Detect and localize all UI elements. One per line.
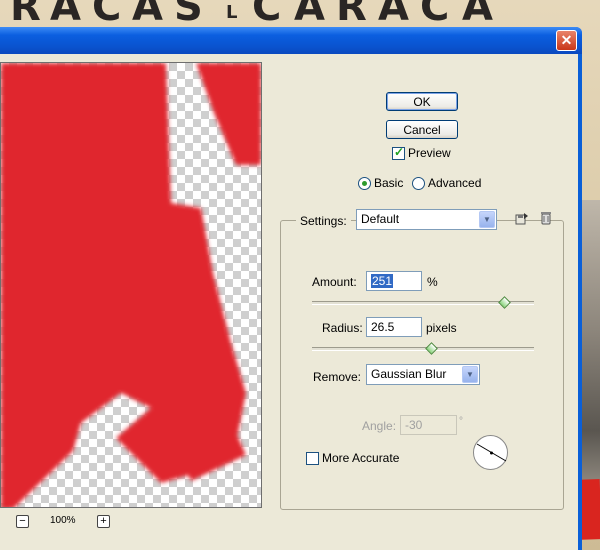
title-bar[interactable]: ✕ <box>0 27 582 54</box>
close-button[interactable]: ✕ <box>556 30 577 51</box>
plus-icon: + <box>100 515 107 527</box>
cancel-button[interactable]: Cancel <box>386 120 458 139</box>
chevron-down-icon: ▼ <box>479 211 495 228</box>
ok-button[interactable]: OK <box>386 92 458 111</box>
basic-radio[interactable] <box>358 177 371 190</box>
amount-value: 251 <box>371 274 394 288</box>
radius-unit: pixels <box>426 321 457 335</box>
zoom-controls: − 100% + <box>0 514 262 530</box>
minus-icon: − <box>19 515 26 527</box>
preview-image <box>1 63 261 507</box>
poster-letter: L <box>226 2 240 23</box>
dialog-body: − 100% + OK Cancel ✓ Preview Basic Advan… <box>0 54 578 550</box>
chevron-down-icon: ▼ <box>462 366 478 383</box>
close-icon: ✕ <box>560 32 573 48</box>
poster-letter: A <box>378 0 411 26</box>
poster-letter: R <box>336 0 369 26</box>
advanced-radio[interactable] <box>412 177 425 190</box>
poster-letter: S <box>174 0 205 26</box>
poster-letter: C <box>420 0 452 26</box>
poster-letter: R <box>10 0 43 26</box>
angle-dial-needle <box>476 443 507 462</box>
radius-slider-track[interactable] <box>312 347 534 351</box>
zoom-level: 100% <box>50 515 76 526</box>
zoom-in-button[interactable]: + <box>97 515 110 528</box>
amount-input[interactable]: 251 <box>366 271 422 291</box>
poster-letter: A <box>462 0 495 26</box>
angle-dial <box>473 435 508 470</box>
trash-icon[interactable] <box>538 210 554 226</box>
amount-label: Amount: <box>312 275 357 289</box>
angle-label: Angle: <box>362 419 397 433</box>
preview-label: Preview <box>408 146 451 160</box>
poster-letter: A <box>294 0 327 26</box>
more-accurate-label: More Accurate <box>322 451 400 465</box>
radius-value: 26.5 <box>371 320 395 334</box>
remove-value: Gaussian Blur <box>371 367 447 381</box>
radius-input[interactable]: 26.5 <box>366 317 422 337</box>
smart-sharpen-dialog: ✕ − 100% + OK Cancel ✓ Preview Basic Adv… <box>0 27 582 550</box>
settings-label: Settings: <box>296 214 351 228</box>
checkmark-icon: ✓ <box>394 145 405 159</box>
preview-canvas[interactable] <box>0 62 262 508</box>
poster-letter: A <box>132 0 165 26</box>
angle-value: -30 <box>405 418 423 432</box>
more-accurate-checkbox[interactable] <box>306 452 319 465</box>
poster-letter: A <box>50 0 83 26</box>
basic-label: Basic <box>374 176 404 190</box>
radio-selected-dot <box>362 181 367 186</box>
poster-headline: R A C A S L C A R A C A <box>0 0 600 26</box>
remove-dropdown[interactable]: Gaussian Blur ▼ <box>366 364 480 385</box>
letter-a-shape <box>1 63 261 507</box>
poster-letter: C <box>252 0 284 26</box>
advanced-label: Advanced <box>428 176 482 190</box>
radius-label: Radius: <box>322 321 363 335</box>
save-settings-icon[interactable] <box>514 210 530 226</box>
settings-dropdown[interactable]: Default ▼ <box>356 209 497 230</box>
zoom-out-button[interactable]: − <box>16 515 29 528</box>
preview-checkbox[interactable]: ✓ <box>392 145 405 160</box>
amount-unit: % <box>427 275 438 289</box>
degree-unit: ° <box>459 416 463 427</box>
angle-input: -30 <box>400 415 457 435</box>
settings-value: Default <box>361 212 400 226</box>
remove-label: Remove: <box>313 370 362 384</box>
poster-letter: C <box>92 0 124 26</box>
